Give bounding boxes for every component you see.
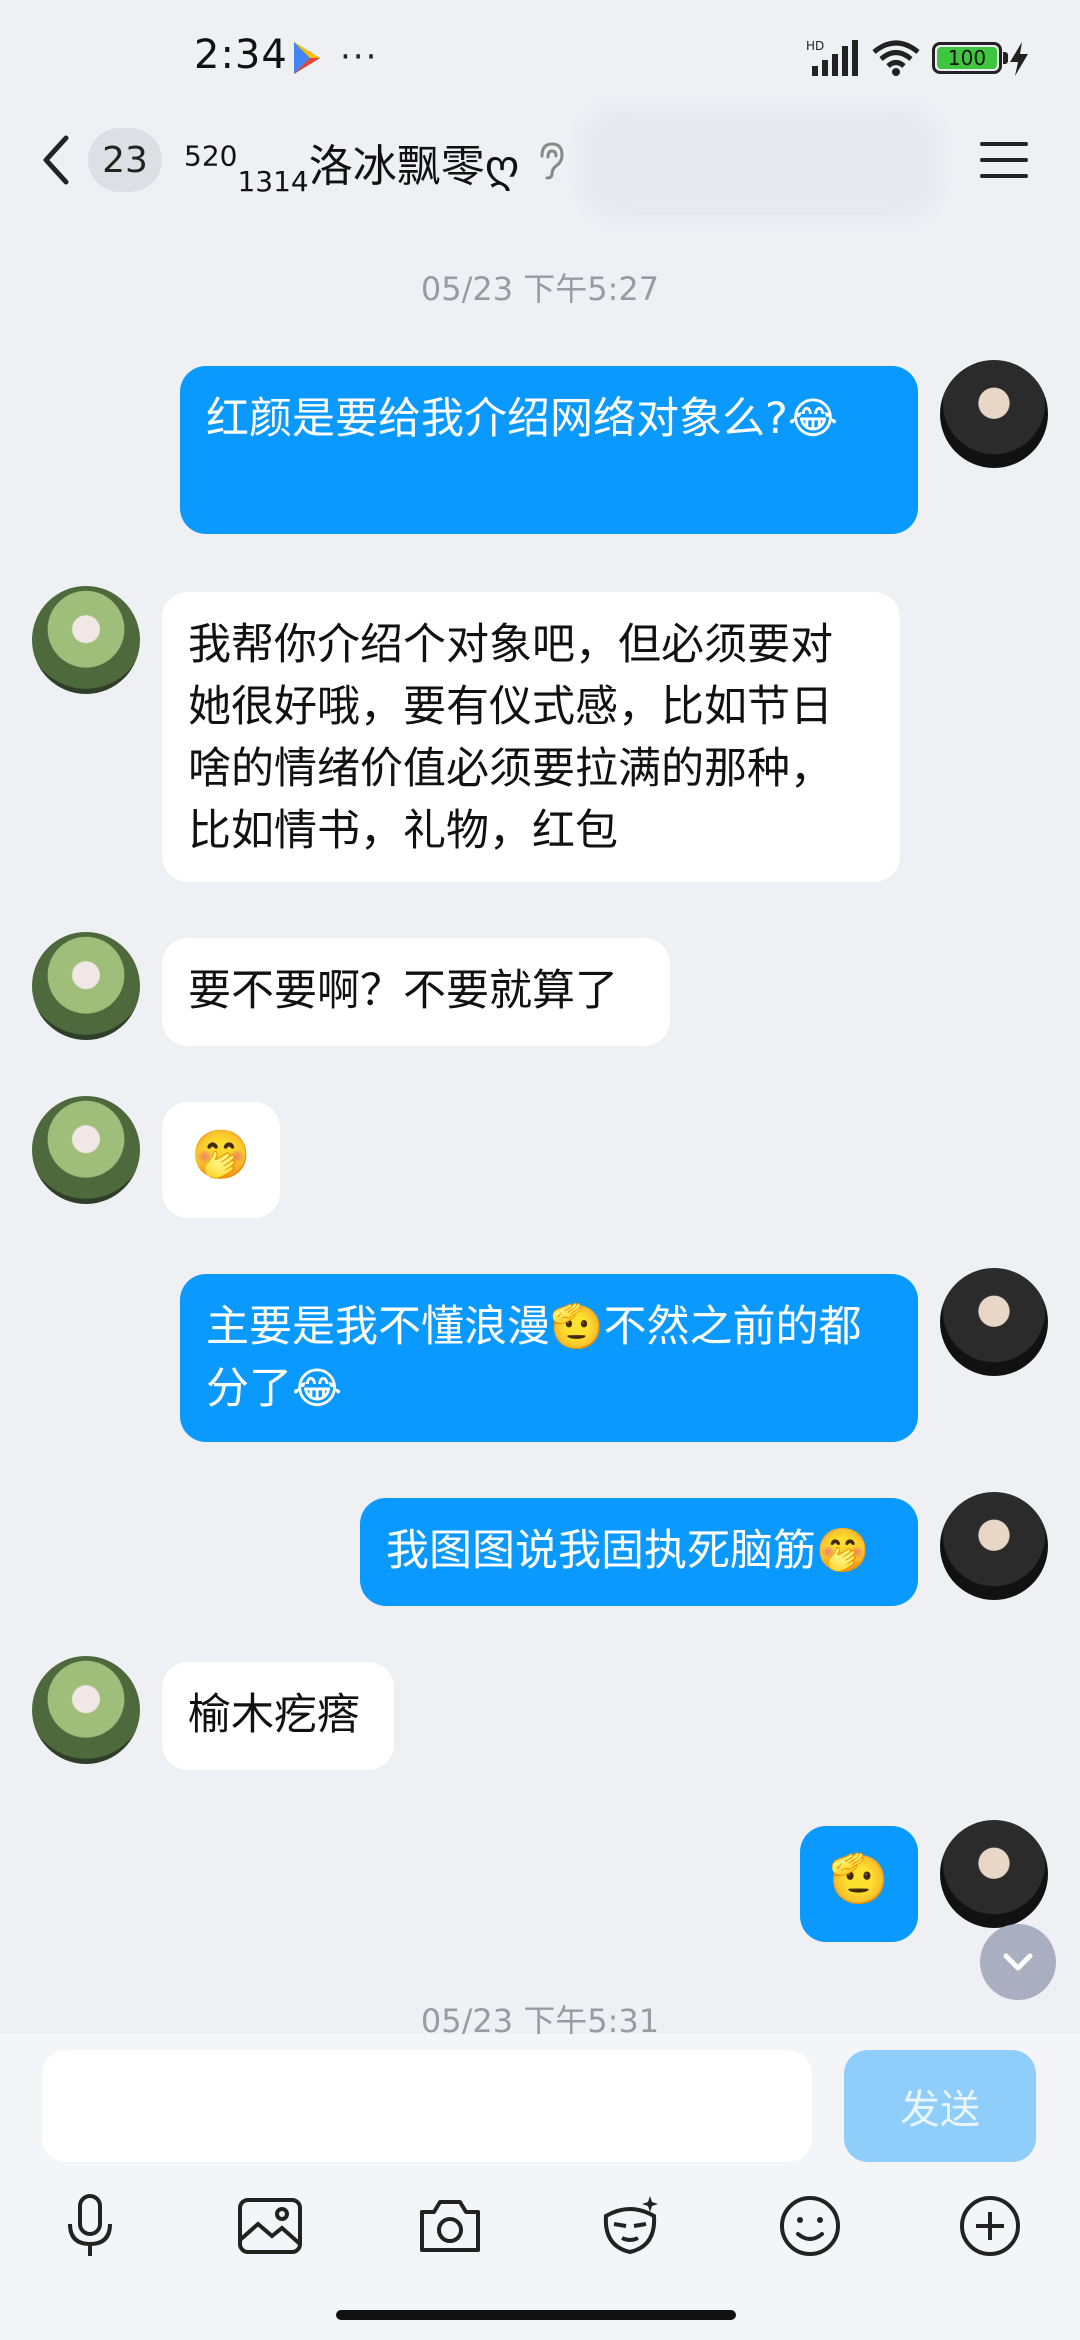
avatar-me[interactable]: [940, 1492, 1048, 1600]
input-area: 发送: [0, 2034, 1080, 2340]
avatar-me[interactable]: [940, 1268, 1048, 1376]
more-notifications-icon: ···: [340, 37, 379, 77]
message-bubble-incoming[interactable]: 我帮你介绍个对象吧，但必须要对她很好哦，要有仪式感，比如节日啥的情绪价值必须要拉…: [162, 592, 900, 882]
svg-text:HD: HD: [806, 39, 824, 53]
earpiece-mode-icon[interactable]: [536, 140, 566, 180]
wifi-icon: [872, 40, 920, 76]
battery-icon: 100: [932, 42, 1002, 74]
title-main: 洛冰飘零ღ: [308, 141, 520, 192]
play-store-icon: [294, 42, 320, 74]
status-time: 2:34: [194, 32, 288, 78]
message-bubble-incoming[interactable]: 榆木疙瘩: [162, 1662, 394, 1770]
sticker-icon[interactable]: [596, 2192, 664, 2260]
scroll-to-bottom-button[interactable]: [980, 1924, 1056, 2000]
avatar-contact[interactable]: [32, 932, 140, 1040]
signal-icon: HD: [806, 39, 858, 76]
timestamp: 05/23 下午5:27: [420, 270, 660, 308]
chat-header: 23 5201314洛冰飘零ღ: [0, 108, 1080, 228]
send-button[interactable]: 发送: [844, 2050, 1036, 2162]
message-bubble-outgoing[interactable]: 红颜是要给我介绍网络对象么?😂: [180, 366, 918, 534]
status-bar: 2:34 ··· HD 100: [0, 0, 1080, 118]
charging-icon: [1010, 42, 1028, 76]
title-sub: 1314: [237, 164, 309, 198]
message-bubble-outgoing[interactable]: 主要是我不懂浪漫🫡不然之前的都分了😂: [180, 1274, 918, 1442]
battery-level: 100: [937, 46, 997, 70]
header-blur-overlay: [580, 108, 940, 218]
message-bubble-outgoing[interactable]: 我图图说我固执死脑筋🤭: [360, 1498, 918, 1606]
message-bubble-incoming[interactable]: 要不要啊？不要就算了: [162, 938, 670, 1046]
home-indicator[interactable]: [336, 2310, 736, 2320]
message-bubble-incoming[interactable]: 🤭: [162, 1102, 280, 1218]
avatar-me[interactable]: [940, 360, 1048, 468]
message-bubble-outgoing[interactable]: 🫡: [800, 1826, 918, 1942]
title-super: 520: [184, 139, 238, 173]
chat-title[interactable]: 5201314洛冰飘零ღ: [184, 130, 520, 198]
avatar-contact[interactable]: [32, 1096, 140, 1204]
chevron-down-icon: [1003, 1953, 1033, 1971]
unread-count-badge[interactable]: 23: [88, 128, 162, 192]
menu-icon[interactable]: [978, 138, 1030, 182]
camera-icon[interactable]: [416, 2192, 484, 2260]
plus-icon[interactable]: [956, 2192, 1024, 2260]
back-icon[interactable]: [36, 130, 76, 190]
avatar-contact[interactable]: [32, 586, 140, 694]
microphone-icon[interactable]: [56, 2192, 124, 2260]
avatar-contact[interactable]: [32, 1656, 140, 1764]
message-input[interactable]: [42, 2050, 812, 2162]
image-icon[interactable]: [236, 2192, 304, 2260]
avatar-me[interactable]: [940, 1820, 1048, 1928]
emoji-icon[interactable]: [776, 2192, 844, 2260]
